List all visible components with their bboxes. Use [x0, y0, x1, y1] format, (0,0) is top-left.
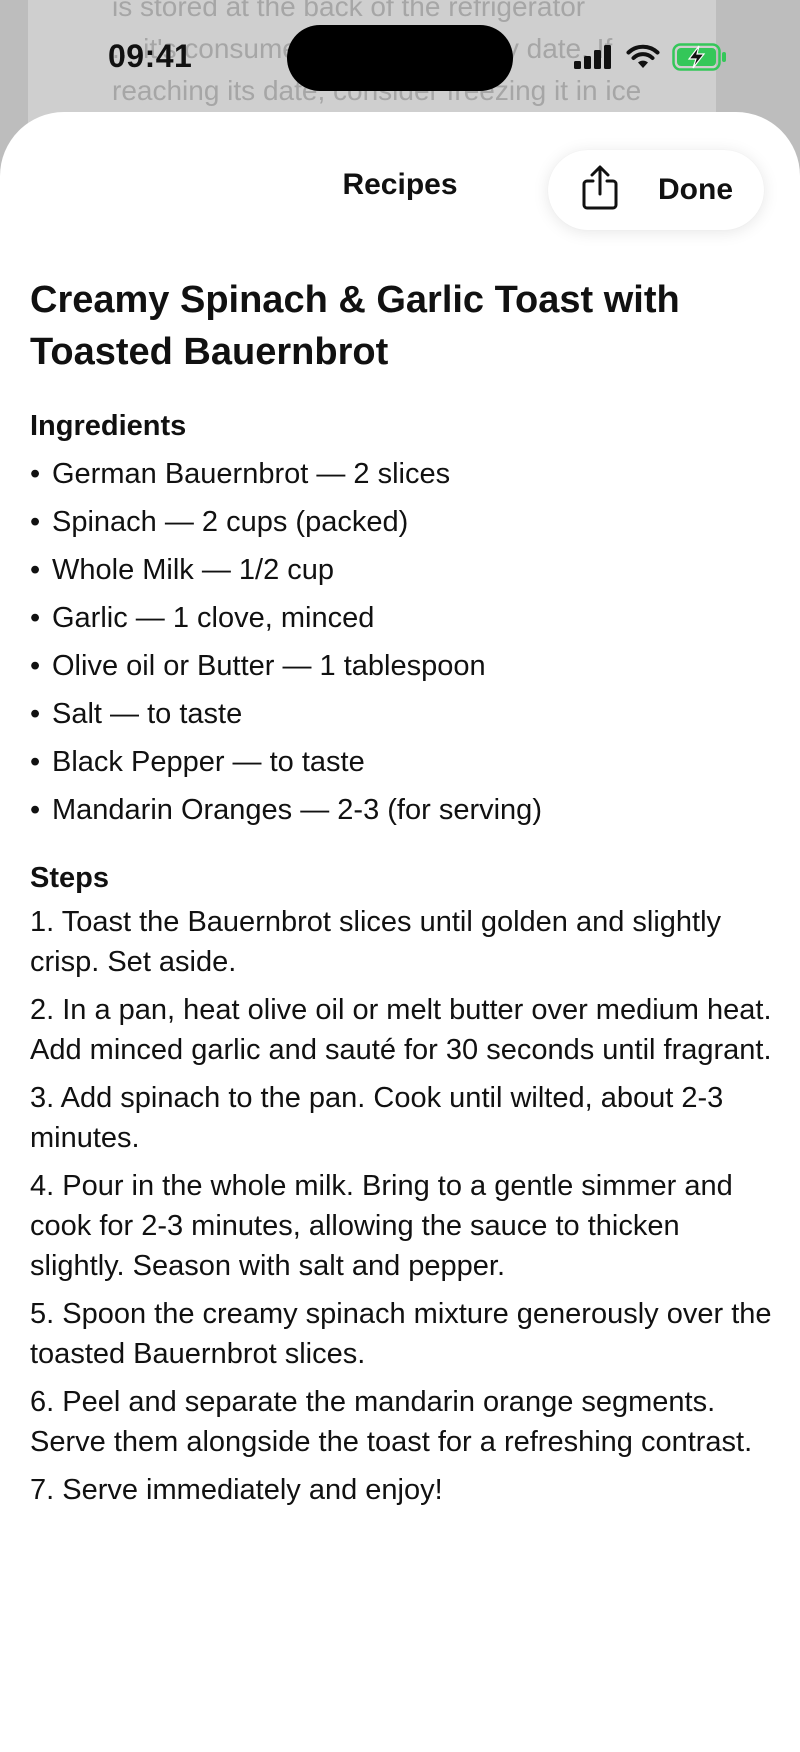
bullet-icon: • [30, 746, 41, 778]
wifi-icon [626, 44, 660, 70]
ingredient-item: • Olive oil or Butter — 1 tablespoon [30, 642, 778, 690]
recipe-content: Creamy Spinach & Garlic Toast with Toast… [30, 274, 778, 1518]
status-bar: 09:41 [0, 0, 800, 112]
ingredient-item: • Spinach — 2 cups (packed) [30, 498, 778, 546]
step-item: 2. In a pan, heat olive oil or melt butt… [30, 994, 772, 1066]
cellular-signal-icon [574, 45, 614, 69]
status-icons [574, 42, 728, 72]
bullet-icon: • [30, 458, 41, 490]
ingredient-item: • Salt — to taste [30, 690, 778, 738]
nav-actions-pill: Done [548, 150, 764, 230]
ingredient-item: • Mandarin Oranges — 2-3 (for serving) [30, 786, 778, 834]
share-button[interactable] [566, 156, 634, 224]
done-button[interactable]: Done [658, 150, 758, 230]
battery-charging-icon [672, 43, 728, 71]
share-icon [579, 165, 621, 216]
bullet-icon: • [30, 554, 41, 586]
nav-title: Recipes [342, 168, 458, 201]
ingredients-list: • German Bauernbrot — 2 slices • Spinach —… [30, 450, 778, 834]
ingredient-item: • Black Pepper — to taste [30, 738, 778, 786]
step-item: 6. Peel and separate the mandarin orange… [30, 1386, 753, 1458]
step-item: 7. Serve immediately and enjoy! [30, 1474, 443, 1506]
bullet-icon: • [30, 698, 41, 730]
steps-heading: Steps [30, 862, 109, 894]
bullet-icon: • [30, 650, 41, 682]
bullet-icon: • [30, 794, 41, 826]
ingredient-item: • German Bauernbrot — 2 slices [30, 450, 778, 498]
step-item: 4. Pour in the whole milk. Bring to a ge… [30, 1170, 733, 1282]
status-time: 09:41 [108, 38, 193, 74]
ingredient-item: • Whole Milk — 1/2 cup [30, 546, 778, 594]
ingredient-item: • Garlic — 1 clove, minced [30, 594, 778, 642]
ingredients-heading: Ingredients [30, 410, 187, 442]
steps-list: 1. Toast the Bauernbrot slices until gol… [30, 902, 778, 1510]
step-item: 3. Add spinach to the pan. Cook until wi… [30, 1082, 724, 1154]
bullet-icon: • [30, 506, 41, 538]
dynamic-island [287, 25, 513, 91]
bullet-icon: • [30, 602, 41, 634]
step-item: 1. Toast the Bauernbrot slices until gol… [30, 906, 722, 978]
step-item: 5. Spoon the creamy spinach mixture gene… [30, 1298, 772, 1370]
recipe-title: Creamy Spinach & Garlic Toast with Toast… [30, 279, 680, 373]
recipe-sheet: Recipes Done Creamy Spinach & Garlic Toa… [0, 112, 800, 1752]
